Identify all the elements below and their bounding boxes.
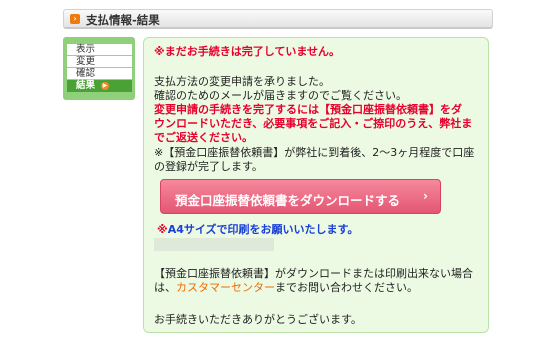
info-text-2: の登録が完了します。 (154, 160, 263, 173)
placeholder-bar (154, 238, 274, 251)
trouble-text-1: 【預金口座振替依頼書】がダウンロードまたは印刷出来ない場合 (154, 267, 473, 280)
a4-print-note: ※A4サイズで印刷をお願いいたします。 (157, 223, 359, 236)
step-item-result: 結果 ▶ (67, 80, 132, 92)
intro-text-1: 支払方法の変更申請を承りました。 (154, 75, 330, 88)
info-text-1: ※【預金口座振替依頼書】が弊社に到着後、2～3ヶ月程度で口座 (154, 146, 475, 159)
arrow-right-icon: ▶ (101, 81, 110, 90)
notice-text-2: ウンロードいただき、必要事項をご記入・ご捺印のうえ、弊社ま (154, 117, 473, 130)
incomplete-warning: ※まだお手続きは完了していません。 (154, 45, 341, 58)
intro-text-2: 確認のためのメールが届きますのでご覧ください。 (154, 89, 407, 102)
trouble-text-2: は、カスタマーセンターまでお問い合わせください。 (154, 281, 418, 294)
notice-text-1: 変更申請の手続きを完了するには【預金口座振替依頼書】をダ (154, 103, 462, 116)
page-header: › 支払情報-結果 (63, 9, 493, 29)
step-nav: 表示 変更 確認 結果 ▶ (63, 37, 135, 100)
customer-center-link[interactable]: カスタマーセンター (176, 281, 275, 294)
step-item-change: 変更 (67, 56, 132, 68)
download-form-button[interactable]: 預金口座振替依頼書をダウンロードする › (160, 179, 441, 214)
chevron-right-icon: › (423, 189, 428, 203)
result-panel: ※まだお手続きは完了していません。 支払方法の変更申請を承りました。 確認のため… (143, 37, 489, 333)
step-item-display: 表示 (67, 44, 132, 56)
notice-text-3: でご返送ください。 (154, 131, 253, 144)
step-item-confirm: 確認 (67, 68, 132, 80)
page-title: 支払情報-結果 (86, 13, 160, 27)
thanks-text: お手続きいただきありがとうございます。 (154, 313, 362, 326)
download-button-label: 預金口座振替依頼書をダウンロードする (175, 193, 401, 208)
arrow-right-icon: › (70, 14, 80, 24)
